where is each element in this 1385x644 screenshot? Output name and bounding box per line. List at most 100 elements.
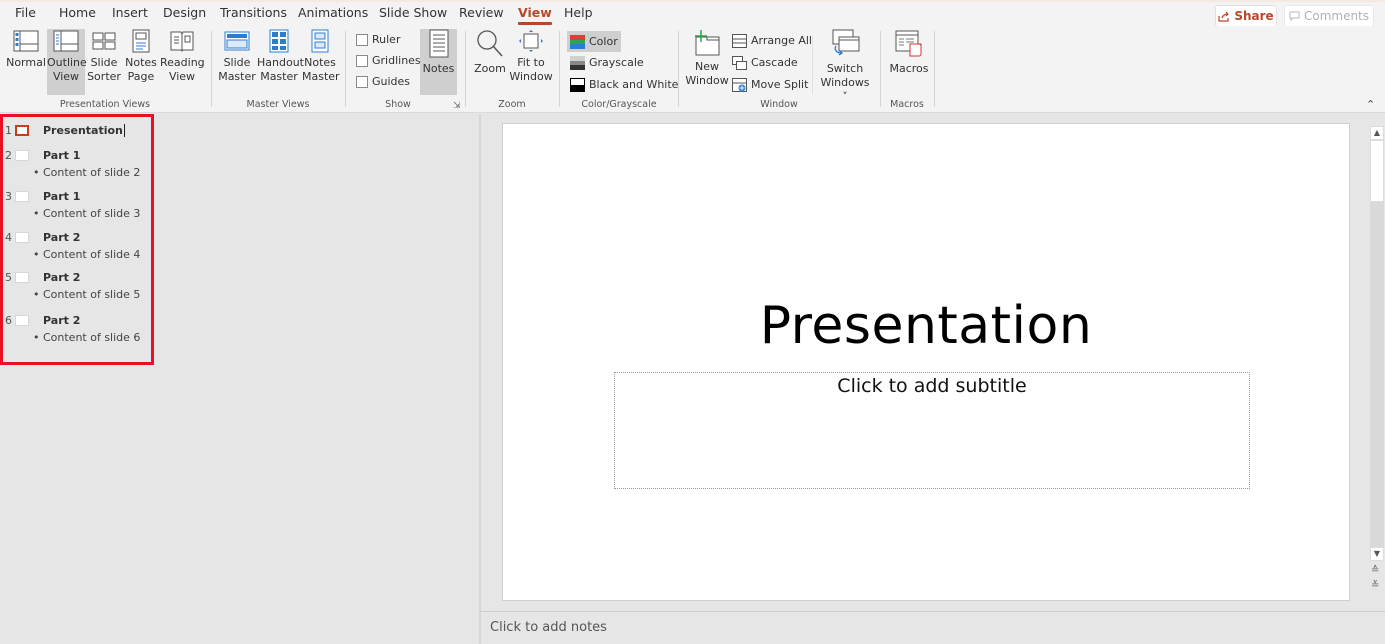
slide-bullet[interactable]: • Content of slide 5 [33,288,140,301]
subtitle-placeholder-text: Click to add subtitle [837,375,1027,397]
tab-review[interactable]: Review [459,5,504,20]
slide-icon [15,314,29,326]
share-button[interactable]: Share [1215,5,1277,27]
ruler-checkbox[interactable]: Ruler [353,30,403,49]
fit-to-window-button[interactable]: Fit to Window [509,29,553,95]
slide-bullet[interactable]: • Content of slide 2 [33,166,140,179]
tab-help[interactable]: Help [564,5,593,20]
scroll-up-button[interactable]: ▲ [1370,126,1384,140]
notes-master-button[interactable]: Notes Master [302,29,340,95]
notes-page-icon [132,29,150,53]
group-separator [211,31,212,107]
slide-canvas[interactable]: Presentation Click to add subtitle [502,123,1350,601]
slide-master-label-2: Master [218,70,256,83]
grayscale-button[interactable]: Grayscale [567,53,647,72]
dialog-launcher-icon[interactable]: ⇲ [453,101,461,111]
notes-placeholder[interactable]: Click to add notes [490,620,607,635]
slide-title[interactable]: Part 2 [43,231,80,244]
share-icon [1218,11,1230,22]
share-label: Share [1234,9,1274,23]
slide-icon [15,271,29,283]
tab-home[interactable]: Home [59,5,96,20]
slide-icon [15,124,29,136]
guides-checkbox[interactable]: Guides [353,72,413,91]
new-window-icon [695,30,720,56]
notes-toggle-button[interactable]: Notes [420,29,457,95]
handout-label-1: Handout [257,56,304,69]
slide-bullet[interactable]: • Content of slide 6 [33,331,140,344]
slide-title[interactable]: Part 1 [43,190,80,203]
gridlines-checkbox[interactable]: Gridlines [353,51,424,70]
tab-slide-show[interactable]: Slide Show [379,5,447,20]
next-slide-icon[interactable]: ≚ [1371,580,1379,591]
outline-slide-1[interactable]: 1 Presentation [5,122,125,138]
arrange-all-button[interactable]: Arrange All [729,31,815,50]
scroll-thumb[interactable] [1370,140,1384,202]
vertical-scrollbar[interactable]: ▲ ▼ ≙ ≚ [1369,114,1385,611]
group-separator [678,31,679,107]
outline-slide-2[interactable]: 2 Part 1 [5,147,80,163]
notes-master-icon [311,29,329,53]
slide-bullet[interactable]: • Content of slide 3 [33,207,140,220]
group-label-zoom: Zoom [498,99,526,110]
new-window-label-2: Window [685,74,729,87]
macros-button[interactable]: Macros [886,29,932,95]
previous-slide-icon[interactable]: ≙ [1371,565,1379,576]
cascade-label: Cascade [751,56,798,69]
scroll-down-button[interactable]: ▼ [1370,547,1384,561]
cascade-button[interactable]: Cascade [729,53,801,72]
collapse-ribbon-icon[interactable]: ⌃ [1366,98,1375,111]
color-button[interactable]: Color [567,31,621,52]
notes-pane[interactable]: Click to add notes [481,611,1385,644]
notes-page-label-1: Notes [125,56,157,69]
comments-button[interactable]: Comments [1284,5,1374,27]
slide-bullet[interactable]: • Content of slide 4 [33,248,140,261]
tab-view[interactable]: View [518,5,552,25]
tab-design[interactable]: Design [163,5,206,20]
guides-label: Guides [372,75,411,88]
tab-transitions[interactable]: Transitions [220,5,287,20]
outline-slide-3[interactable]: 3 Part 1 [5,188,80,204]
tab-file[interactable]: File [15,5,36,20]
notes-page-button[interactable]: Notes Page [124,29,158,95]
normal-view-icon [13,30,39,52]
text-cursor [123,123,125,137]
tab-insert[interactable]: Insert [112,5,148,20]
outline-slide-5[interactable]: 5 Part 2 [5,269,80,285]
outline-slide-6[interactable]: 6 Part 2 [5,312,80,328]
switch-windows-button[interactable]: Switch Windows ˅ [816,29,874,103]
handout-master-button[interactable]: Handout Master [257,29,304,95]
black-and-white-button[interactable]: Black and White [567,75,681,94]
slide-sorter-button[interactable]: Slide Sorter [86,29,122,95]
slide-title-text[interactable]: Presentation [503,296,1349,356]
reading-view-button[interactable]: Reading View [160,29,205,95]
outline-slide-4[interactable]: 4 Part 2 [5,229,80,245]
comment-icon [1289,11,1300,21]
notes-page-label-2: Page [127,70,155,83]
group-label-master-views: Master Views [246,99,310,110]
outline-view-icon [53,30,79,52]
ribbon-tabs: File Home Insert Design Transitions Anim… [0,2,1385,27]
slide-title[interactable]: Presentation [43,124,123,137]
group-label-color-grayscale: Color/Grayscale [581,99,657,110]
tab-animations[interactable]: Animations [298,5,368,20]
slide-title[interactable]: Part 2 [43,314,80,327]
slide-icon [15,149,29,161]
color-swatch-icon [570,34,585,49]
outline-view-button[interactable]: Outline View [47,29,87,95]
fit-label-1: Fit to [517,56,545,69]
new-window-button[interactable]: New Window [684,29,730,95]
subtitle-placeholder[interactable]: Click to add subtitle [614,372,1250,489]
outline-pane[interactable]: 1 Presentation 2 Part 1 • Content of sli… [0,114,481,644]
normal-view-button[interactable]: Normal [6,29,46,95]
slide-sorter-icon [92,32,116,50]
slide-title[interactable]: Part 2 [43,271,80,284]
move-split-button[interactable]: Move Split [729,75,811,94]
group-separator [880,31,881,107]
group-label-show: Show [385,99,411,110]
slide-number: 6 [5,313,12,327]
scroll-track[interactable] [1370,202,1384,547]
slide-title[interactable]: Part 1 [43,149,80,162]
zoom-button[interactable]: Zoom [471,29,509,95]
slide-master-button[interactable]: Slide Master [218,29,256,95]
